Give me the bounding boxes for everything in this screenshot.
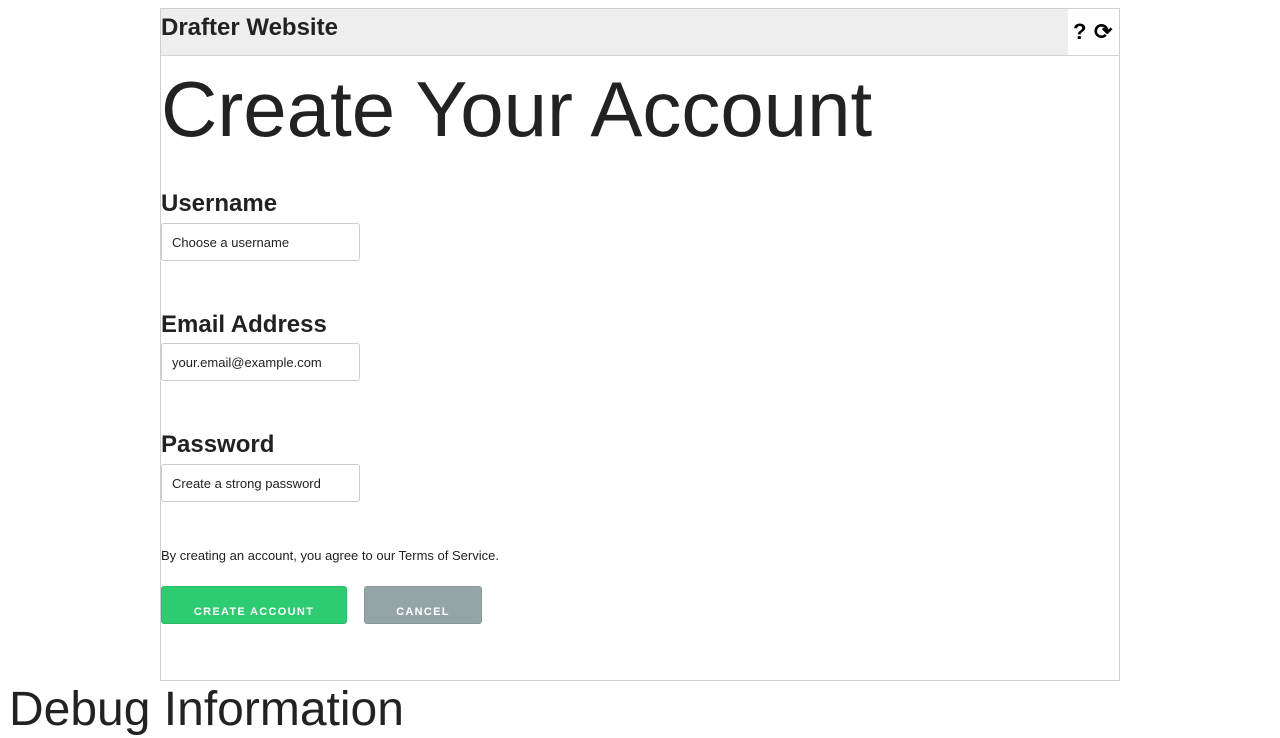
username-label: Username <box>161 190 278 217</box>
refresh-icon[interactable]: ⟳ <box>1094 18 1112 46</box>
site-header: Drafter Website ? ⟳ <box>161 9 1119 56</box>
page-title: Create Your Account <box>161 65 873 153</box>
email-input[interactable] <box>161 343 360 381</box>
password-input[interactable] <box>161 464 360 502</box>
app-frame: Drafter Website ? ⟳ Create Your Account … <box>160 8 1120 681</box>
create-account-button[interactable]: Create Account <box>161 586 347 624</box>
cancel-button[interactable]: Cancel <box>364 586 482 624</box>
header-tools: ? ⟳ <box>1068 9 1119 55</box>
site-title: Drafter Website <box>161 14 338 41</box>
terms-notice: By creating an account, you agree to our… <box>161 548 499 563</box>
email-label: Email Address <box>161 311 327 338</box>
help-icon[interactable]: ? <box>1073 18 1086 46</box>
username-input[interactable] <box>161 223 360 261</box>
password-label: Password <box>161 431 275 458</box>
debug-information-title: Debug Information <box>9 683 404 736</box>
